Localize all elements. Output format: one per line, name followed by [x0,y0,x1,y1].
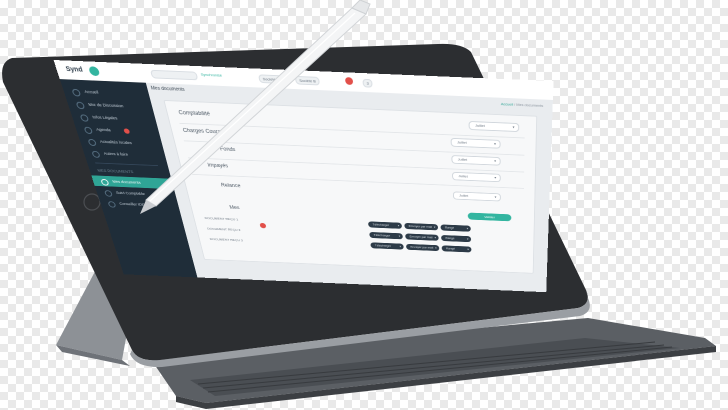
pencil-body [146,8,366,206]
stylus-pencil [140,0,370,214]
pencil-highlight [150,13,355,201]
product-photo: Synd Synchronisé Société A Société B 3 A… [0,0,728,410]
stylus-layer [0,0,728,410]
